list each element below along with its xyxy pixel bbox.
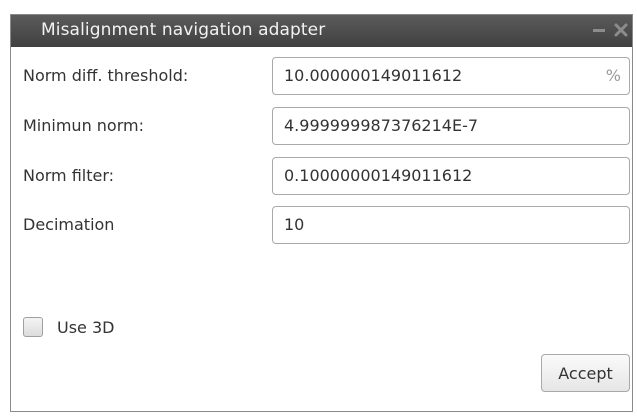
norm-filter-row: Norm filter: 0.10000000149011612: [11, 157, 632, 197]
norm-diff-threshold-row: Norm diff. threshold: 10.000000149011612…: [11, 57, 632, 97]
decimation-input[interactable]: 10: [272, 206, 630, 244]
use-3d-option[interactable]: Use 3D: [23, 314, 114, 340]
dialog-window: Misalignment navigation adapter Norm dif…: [10, 14, 633, 412]
decimation-row: Decimation 10: [11, 206, 632, 246]
decimation-label: Decimation: [23, 215, 115, 234]
use-3d-label: Use 3D: [57, 317, 115, 337]
window-controls: [592, 18, 628, 42]
title-bar[interactable]: Misalignment navigation adapter: [11, 15, 632, 47]
window-title: Misalignment navigation adapter: [41, 20, 326, 40]
minimun-norm-row: Minimun norm: 4.999999987376214E-7: [11, 107, 632, 147]
minimun-norm-value: 4.999999987376214E-7: [284, 116, 479, 135]
minimun-norm-input[interactable]: 4.999999987376214E-7: [272, 107, 630, 145]
minimun-norm-label: Minimun norm:: [23, 116, 144, 135]
percent-unit-label: %: [605, 66, 621, 85]
norm-diff-threshold-input[interactable]: 10.000000149011612 %: [272, 57, 630, 95]
minimize-icon[interactable]: [592, 23, 606, 37]
norm-filter-value: 0.10000000149011612: [284, 166, 473, 185]
norm-diff-threshold-value: 10.000000149011612: [284, 66, 463, 85]
norm-filter-input[interactable]: 0.10000000149011612: [272, 157, 630, 195]
norm-diff-threshold-label: Norm diff. threshold:: [23, 66, 189, 85]
close-icon[interactable]: [614, 23, 628, 37]
use-3d-checkbox[interactable]: [23, 317, 43, 337]
decimation-value: 10: [284, 215, 305, 234]
accept-button[interactable]: Accept: [541, 354, 630, 392]
norm-filter-label: Norm filter:: [23, 166, 115, 185]
